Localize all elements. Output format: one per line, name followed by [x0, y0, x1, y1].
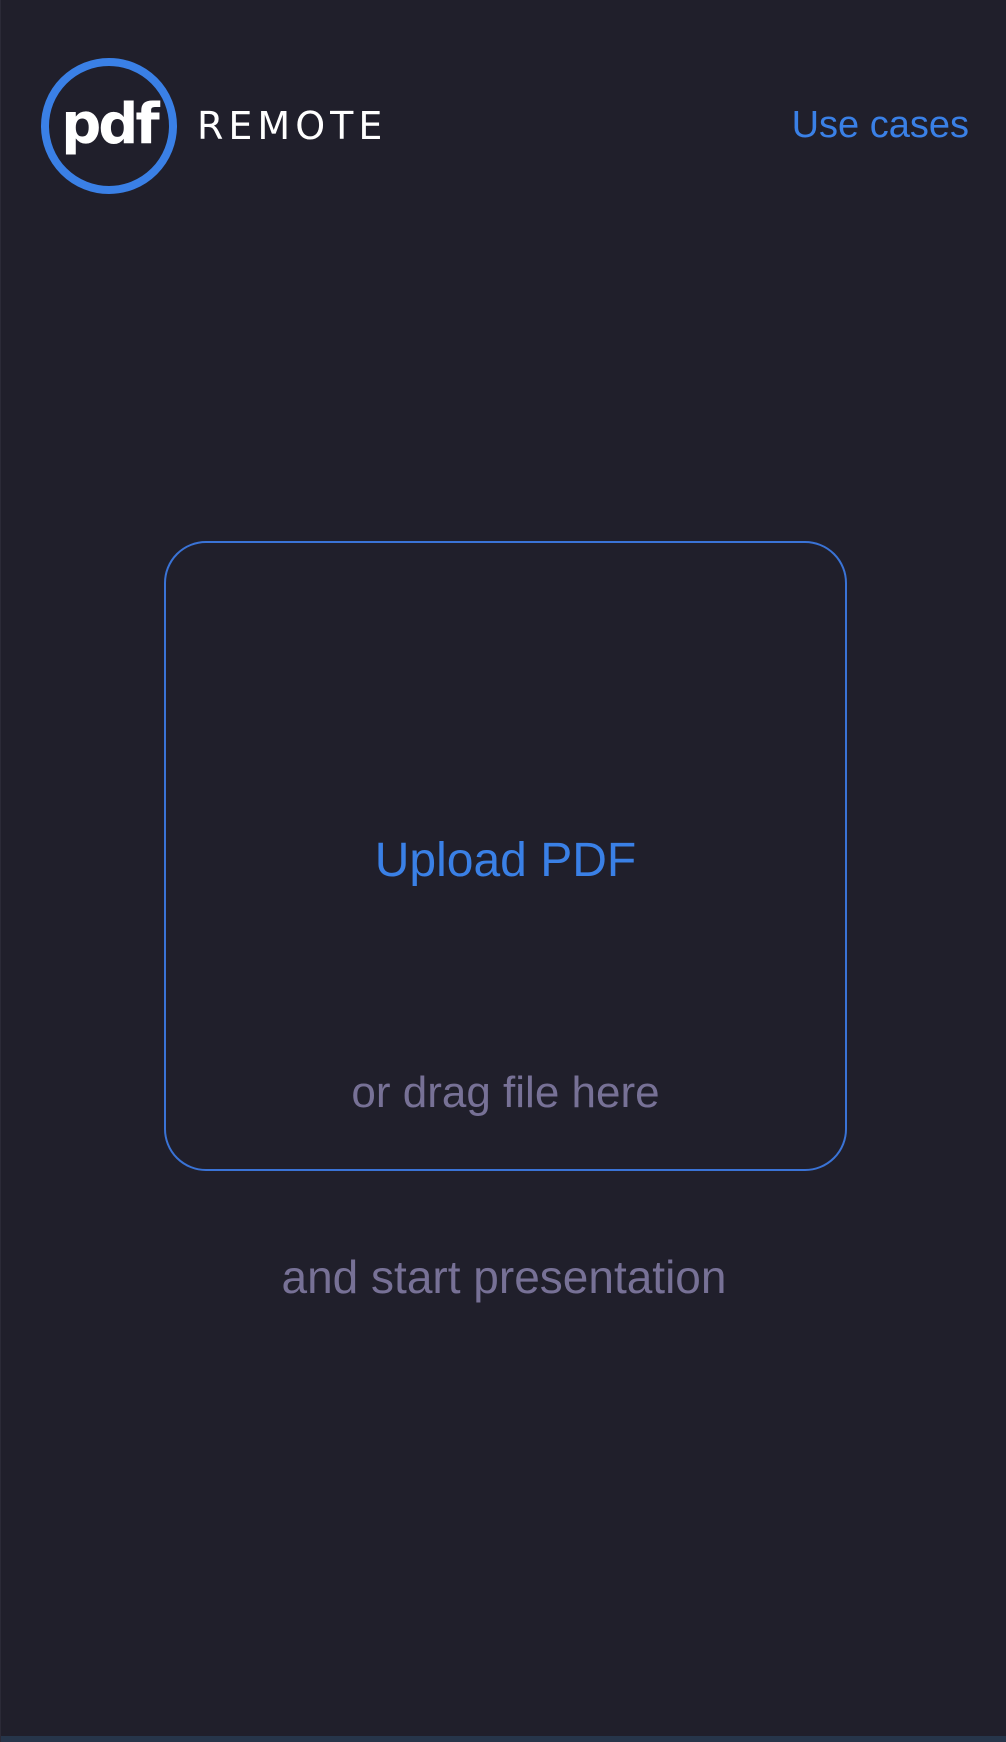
page: pdf REMOTE Use cases Upload PDF or drag … — [0, 0, 1006, 1742]
upload-pdf-button[interactable]: Upload PDF — [166, 833, 845, 888]
pdf-logo-icon: pdf — [41, 58, 177, 194]
upload-dropzone[interactable]: Upload PDF or drag file here — [164, 541, 847, 1171]
logo-link[interactable]: pdf REMOTE — [41, 58, 387, 194]
use-cases-link[interactable]: Use cases — [792, 104, 969, 147]
tagline: and start presentation — [281, 1251, 727, 1303]
drag-hint: or drag file here — [351, 1068, 660, 1117]
logo-wordmark: REMOTE — [197, 104, 388, 148]
logo-mark-text: pdf — [61, 91, 160, 157]
header: pdf REMOTE Use cases — [1, 0, 1006, 250]
bottom-edge — [1, 1736, 1006, 1742]
